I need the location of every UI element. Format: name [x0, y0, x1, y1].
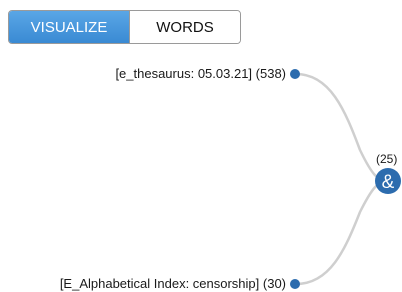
connection-graph: & [290, 69, 401, 289]
node-label-alphabetical-index[interactable]: [E_Alphabetical Index: censorship] (30) [60, 276, 286, 291]
node-dot-bottom[interactable] [290, 279, 300, 289]
join-count: (25) [376, 152, 398, 166]
edge-top [295, 72, 389, 183]
node-label-thesaurus[interactable]: [e_thesaurus: 05.03.21] (538) [115, 66, 286, 81]
node-dot-top[interactable] [290, 69, 300, 79]
edge-bottom [295, 179, 389, 286]
join-symbol: & [382, 172, 395, 193]
